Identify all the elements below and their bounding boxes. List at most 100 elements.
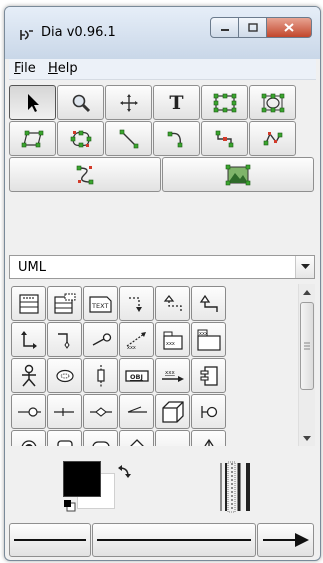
uml-component-shape[interactable] — [191, 358, 226, 393]
uml-template-class-shape[interactable] — [47, 286, 82, 321]
line-width-icon[interactable] — [219, 461, 259, 513]
uml-small-package-icon: xxx — [162, 331, 183, 350]
modify-tool-button[interactable] — [9, 85, 56, 120]
uml-class-shape[interactable] — [11, 286, 46, 321]
bezier-tool-button[interactable] — [9, 157, 161, 192]
sheet-selected-value: UML — [18, 260, 46, 275]
end-arrow-button[interactable] — [257, 523, 314, 557]
line-tool-button[interactable] — [105, 121, 152, 156]
close-icon — [284, 23, 294, 32]
toolbox-row-3 — [9, 157, 315, 193]
line-style-button[interactable] — [92, 523, 256, 557]
grip-icon — [304, 342, 310, 350]
scroll-up-button[interactable] — [299, 284, 315, 300]
chevron-down-icon — [303, 435, 311, 441]
scroll-down-button[interactable] — [299, 430, 315, 446]
menu-bar: File Help — [9, 59, 316, 80]
uml-note-shape[interactable]: TEXT — [83, 286, 118, 321]
arc-tool-button[interactable] — [153, 121, 200, 156]
sheet-dropdown-button[interactable] — [295, 256, 314, 278]
uml-transition-shape[interactable] — [119, 394, 154, 429]
uml-usecase-icon — [55, 369, 74, 382]
polygon-tool-button[interactable] — [9, 121, 56, 156]
shape-row-3: OBJ xxx — [11, 358, 293, 393]
uml-small-package-shape[interactable]: xxx — [155, 322, 190, 357]
uml-message-shape[interactable]: xxx — [155, 358, 190, 393]
uml-state-shape[interactable] — [47, 430, 82, 446]
uml-constraint-shape[interactable]: xxx — [119, 322, 154, 357]
shapes-scrollbar[interactable] — [298, 284, 315, 446]
uml-fork-bar-shape[interactable] — [191, 430, 226, 446]
box-tool-button[interactable] — [201, 85, 248, 120]
uml-join-shape[interactable] — [155, 430, 190, 446]
uml-generalization-icon — [199, 294, 218, 312]
window-title: Dia v0.96.1 — [41, 25, 116, 40]
uml-large-package-icon: xxx — [196, 329, 221, 351]
ellipse-icon — [261, 93, 284, 112]
uml-class-icon — [18, 293, 39, 314]
uml-fork-shape[interactable] — [47, 394, 82, 429]
uml-realizes-shape[interactable] — [155, 286, 190, 321]
uml-actor-icon — [21, 364, 36, 386]
beziergon-tool-button[interactable] — [57, 121, 104, 156]
uml-classicon-shape[interactable] — [11, 394, 46, 429]
scroll-tool-button[interactable] — [105, 85, 152, 120]
uml-large-package-shape[interactable]: xxx — [191, 322, 226, 357]
uml-decision-shape[interactable] — [119, 430, 154, 446]
uml-state-icon — [56, 439, 73, 446]
uml-initial-state-shape[interactable] — [11, 430, 46, 446]
polyline-tool-button[interactable] — [249, 121, 296, 156]
uml-actor-shape[interactable] — [11, 358, 46, 393]
close-button[interactable] — [267, 17, 312, 38]
swap-colors-icon[interactable] — [117, 465, 131, 479]
magnify-tool-button[interactable] — [57, 85, 104, 120]
uml-node-shape[interactable] — [155, 394, 190, 429]
text-icon: T — [169, 91, 184, 114]
uml-interface-shape[interactable] — [191, 394, 226, 429]
uml-constraint-label: xxx — [127, 345, 136, 351]
uml-aggregation-shape[interactable] — [47, 322, 82, 357]
line-style-icon — [97, 539, 251, 541]
foreground-color-swatch[interactable] — [63, 461, 101, 497]
maximize-button[interactable] — [239, 17, 267, 38]
minimize-button[interactable] — [210, 17, 239, 38]
start-arrow-button[interactable] — [9, 523, 91, 557]
menu-help-mnemonic: H — [48, 61, 58, 76]
scroll-thumb[interactable] — [300, 302, 314, 390]
image-tool-button[interactable] — [162, 157, 314, 192]
shape-row-2: xxx xxx xxx — [11, 322, 293, 357]
uml-implements-icon — [92, 332, 111, 346]
uml-interface-icon — [200, 405, 217, 418]
uml-aggregation-icon — [57, 332, 70, 349]
uml-note-icon: TEXT — [88, 295, 112, 313]
uml-association-shape[interactable] — [11, 322, 46, 357]
sheet-selector[interactable]: UML — [9, 255, 315, 279]
uml-object-shape[interactable]: OBJ — [119, 358, 154, 393]
default-colors-icon[interactable] — [63, 499, 77, 513]
title-bar[interactable]: Dia v0.96.1 — [5, 7, 320, 59]
uml-activity-shape[interactable] — [83, 430, 118, 446]
end-arrow-icon — [262, 533, 309, 547]
uml-branch-shape[interactable] — [83, 394, 118, 429]
uml-branch-icon — [89, 406, 112, 417]
uml-usecase-shape[interactable] — [47, 358, 82, 393]
pointer-icon — [27, 93, 39, 112]
toolbox: T — [9, 85, 315, 193]
text-tool-button[interactable]: T — [153, 85, 200, 120]
menu-file[interactable]: File — [14, 61, 36, 76]
magnify-icon — [72, 94, 90, 112]
uml-lifeline-shape[interactable] — [83, 358, 118, 393]
image-icon — [225, 164, 251, 185]
toolbox-row-2 — [9, 121, 315, 157]
beziergon-icon — [70, 130, 91, 147]
uml-node-icon — [161, 400, 184, 423]
zigzag-tool-button[interactable] — [201, 121, 248, 156]
uml-lifeline-icon — [96, 364, 105, 387]
menu-help[interactable]: Help — [48, 61, 78, 76]
uml-generalization-shape[interactable] — [191, 286, 226, 321]
uml-implements-shape[interactable] — [83, 322, 118, 357]
uml-classicon-icon — [17, 406, 41, 417]
zigzag-icon — [215, 130, 233, 147]
ellipse-tool-button[interactable] — [249, 85, 296, 120]
uml-dependency-shape[interactable] — [119, 286, 154, 321]
